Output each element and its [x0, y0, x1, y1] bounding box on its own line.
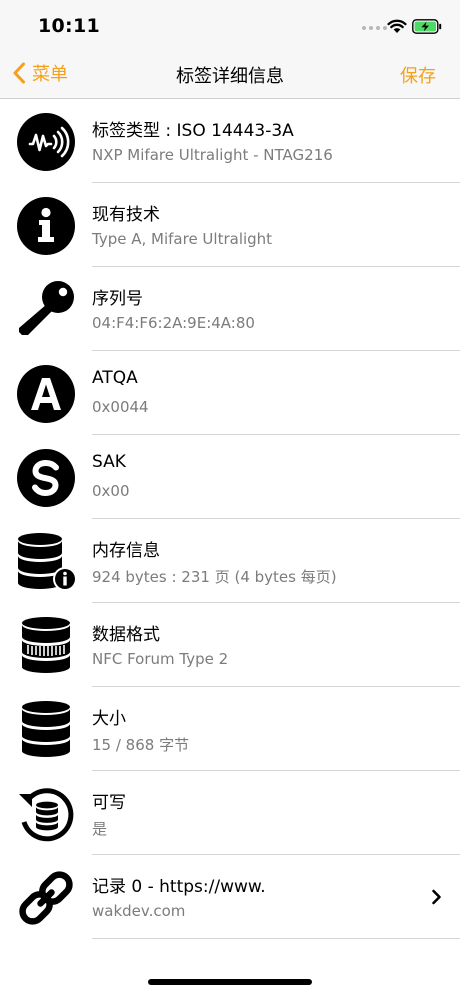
- row-title: 数据格式: [92, 625, 160, 645]
- row-title: ATQA: [92, 368, 138, 388]
- row-divider: [92, 938, 460, 939]
- database-format-icon: [22, 617, 70, 673]
- page-title: 标签详细信息: [176, 66, 284, 87]
- list-item-technologies: 现有技术 Type A, Mifare Ultralight: [0, 183, 460, 267]
- list-item-record-0[interactable]: 记录 0 - https://www. wakdev.com: [0, 855, 460, 939]
- row-value: NXP Mifare Ultralight - NTAG216: [92, 146, 333, 164]
- link-icon: [19, 871, 73, 925]
- row-value: 15 / 868 字节: [92, 736, 190, 754]
- database-rewrite-icon: [19, 788, 74, 842]
- row-value: 924 bytes : 231 页 (4 bytes 每页): [92, 568, 337, 586]
- database-info-icon: [18, 533, 76, 591]
- status-time: 10:11: [38, 15, 100, 37]
- row-title: 大小: [92, 709, 126, 729]
- row-value: 04:F4:F6:2A:9E:4A:80: [92, 314, 255, 332]
- list-item-sak: SAK 0x00: [0, 435, 460, 519]
- row-value: Type A, Mifare Ultralight: [92, 230, 273, 248]
- nfc-waves-icon: [17, 113, 75, 171]
- row-title: 可写: [92, 793, 126, 813]
- row-title: SAK: [92, 452, 126, 472]
- list-item-tag-type: 标签类型 : ISO 14443-3A NXP Mifare Ultraligh…: [0, 99, 460, 183]
- info-icon: [17, 197, 75, 255]
- database-icon: [22, 701, 70, 757]
- save-button[interactable]: 保存: [400, 62, 436, 88]
- list-item-atqa: ATQA 0x0044: [0, 351, 460, 435]
- key-icon: [19, 281, 74, 335]
- navigation-bar: 菜单 标签详细信息 保存: [0, 48, 460, 99]
- cellular-signal-icon: [362, 26, 387, 30]
- list-item-serial-number: 序列号 04:F4:F6:2A:9E:4A:80: [0, 267, 460, 351]
- list-item-size: 大小 15 / 868 字节: [0, 687, 460, 771]
- row-value: wakdev.com: [92, 902, 186, 920]
- row-value: NFC Forum Type 2: [92, 650, 229, 668]
- letter-s-icon: [17, 449, 75, 507]
- list-item-writable: 可写 是: [0, 771, 460, 855]
- status-bar: 10:11: [0, 0, 460, 48]
- row-value: 0x0044: [92, 398, 149, 416]
- row-title: 内存信息: [92, 541, 160, 561]
- wifi-icon: [387, 19, 407, 33]
- tag-info-list: 标签类型 : ISO 14443-3A NXP Mifare Ultraligh…: [0, 99, 460, 939]
- home-indicator[interactable]: [148, 979, 312, 985]
- list-item-data-format: 数据格式 NFC Forum Type 2: [0, 603, 460, 687]
- list-item-memory-info: 内存信息 924 bytes : 231 页 (4 bytes 每页): [0, 519, 460, 603]
- chevron-right-icon: [432, 889, 441, 905]
- letter-a-icon: [17, 365, 75, 423]
- row-title: 序列号: [92, 289, 143, 309]
- battery-charging-icon: [412, 19, 442, 34]
- row-value: 是: [92, 820, 108, 838]
- row-title: 现有技术: [92, 205, 160, 225]
- row-title: 标签类型 : ISO 14443-3A: [92, 121, 294, 141]
- row-value: 0x00: [92, 482, 130, 500]
- row-title: 记录 0 - https://www.: [92, 877, 266, 897]
